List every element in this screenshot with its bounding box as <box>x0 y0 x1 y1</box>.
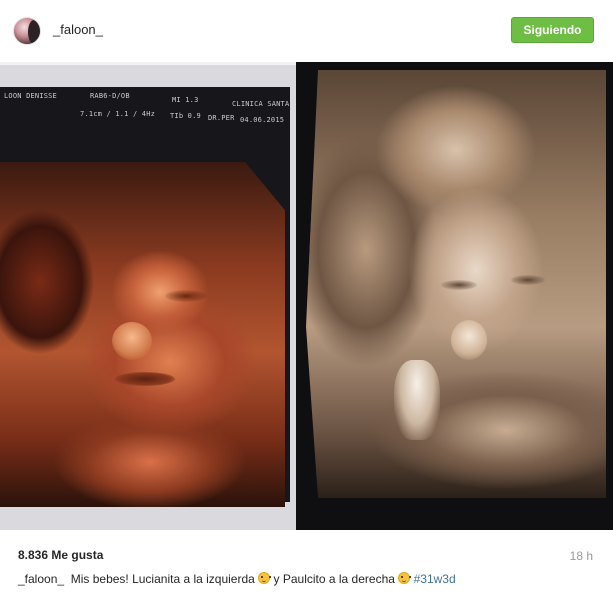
overlay-mi: MI 1.3 <box>172 96 199 104</box>
post-photo[interactable]: LOON DENISSE RAB6-D/OB MI 1.3 CLINICA SA… <box>0 62 613 530</box>
baby-eye <box>165 290 207 302</box>
post-footer: 8.836 Me gusta 18 h _faloon_ Mis bebes! … <box>0 530 613 593</box>
left-ultrasound-photo: LOON DENISSE RAB6-D/OB MI 1.3 CLINICA SA… <box>0 65 296 530</box>
right-ultrasound-photo <box>296 62 613 530</box>
overlay-probe: RAB6-D/OB <box>90 92 130 100</box>
smiling-face-emoji-icon <box>398 572 412 584</box>
baby-eye-left <box>441 280 477 290</box>
overlay-params: 7.1cm / 1.1 / 4Hz <box>80 110 156 118</box>
avatar-image <box>28 20 40 44</box>
overlay-clinic: CLINICA SANTA <box>232 100 290 108</box>
post-username[interactable]: _faloon_ <box>53 22 103 37</box>
smiling-face-emoji-icon <box>258 572 272 584</box>
baby-hand <box>394 360 440 440</box>
baby-nose <box>112 322 152 360</box>
following-button[interactable]: Siguiendo <box>511 17 594 43</box>
ultrasound-monitor: LOON DENISSE RAB6-D/OB MI 1.3 CLINICA SA… <box>0 87 290 507</box>
overlay-patient: LOON DENISSE <box>4 92 57 100</box>
likes-count[interactable]: 8.836 Me gusta <box>18 548 103 562</box>
overlay-tib: TIb 0.9 <box>170 112 201 120</box>
post-timestamp[interactable]: 18 h <box>570 549 593 563</box>
baby-eye-right <box>511 275 545 285</box>
overlay-doctor: DR.PER <box>208 114 235 122</box>
post-caption: _faloon_ Mis bebes! Lucianita a la izqui… <box>18 572 456 586</box>
ultrasound-face-right <box>306 70 606 498</box>
baby-mouth <box>115 372 175 386</box>
post-header: _faloon_ Siguiendo <box>0 0 613 62</box>
caption-text-2: y Paulcito a la derecha <box>273 572 395 586</box>
caption-username[interactable]: _faloon_ <box>18 572 64 586</box>
baby-nose <box>451 320 487 360</box>
caption-text-1: Mis bebes! Lucianita a la izquierda <box>70 572 255 586</box>
caption-hashtag[interactable]: #31w3d <box>414 572 456 586</box>
avatar[interactable] <box>13 17 41 45</box>
ultrasound-face-left <box>0 162 285 507</box>
overlay-date: 04.06.2015 <box>240 116 285 124</box>
